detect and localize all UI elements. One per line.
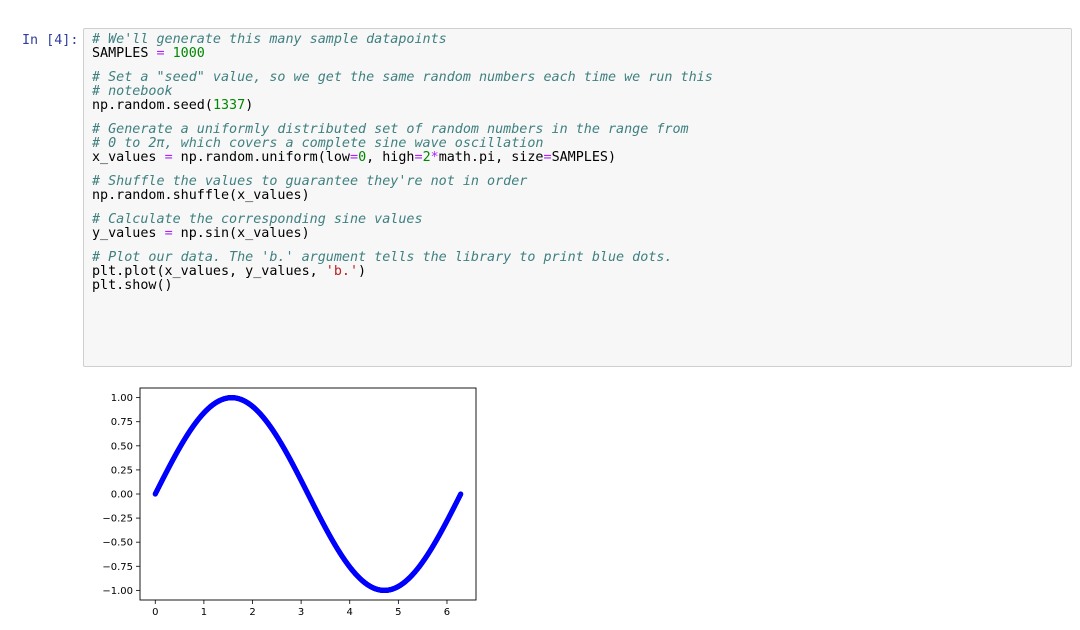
code-token: plt.plot(x_values, y_values, bbox=[92, 264, 326, 279]
x-tick-label: 0 bbox=[152, 607, 158, 618]
code-line: # Set a "seed" value, so we get the same… bbox=[92, 71, 713, 85]
code-token: 1337 bbox=[212, 98, 246, 113]
code-line: np.random.shuffle(x_values) bbox=[92, 189, 713, 203]
code-line: # Shuffle the values to guarantee they'r… bbox=[92, 175, 713, 189]
y-tick-label: 0.25 bbox=[111, 465, 133, 476]
x-tick-label: 2 bbox=[249, 607, 255, 618]
code-token: np.random.seed( bbox=[92, 98, 213, 113]
code-token: # We'll generate this many sample datapo… bbox=[92, 32, 447, 47]
code-editor[interactable]: # We'll generate this many sample datapo… bbox=[92, 33, 713, 293]
code-token: = bbox=[350, 150, 359, 165]
sine-scatter-plot: 0 1 2 3 4 5 6 1.00 0.75 0.50 0.25 0.00 −0.25 −0.50 −0.… bbox=[102, 387, 477, 618]
code-token: # 0 to 2π, which covers a complete sine … bbox=[92, 136, 544, 151]
x-tick-label: 4 bbox=[347, 607, 353, 618]
code-token: ) bbox=[245, 98, 254, 113]
code-token: 1000 bbox=[172, 46, 205, 61]
cell-output: 0 1 2 3 4 5 6 1.00 0.75 0.50 0.25 0.00 −0.25 −0.50 −0.… bbox=[84, 380, 484, 626]
code-token: # Calculate the corresponding sine value… bbox=[92, 212, 423, 227]
x-tick-label: 6 bbox=[444, 607, 450, 618]
code-line: # 0 to 2π, which covers a complete sine … bbox=[92, 137, 713, 151]
code-token: np.sin(x_values) bbox=[172, 226, 310, 241]
code-token: 'b.' bbox=[325, 264, 359, 279]
code-token: y_values bbox=[92, 226, 165, 241]
code-token: math.pi, size bbox=[438, 150, 544, 165]
code-token: ) bbox=[358, 264, 367, 279]
y-tick-label: −0.25 bbox=[102, 514, 133, 525]
code-token: * bbox=[430, 150, 439, 165]
y-tick-label: −0.50 bbox=[102, 538, 133, 549]
code-token: SAMPLES bbox=[92, 46, 157, 61]
code-line: plt.plot(x_values, y_values, 'b.') bbox=[92, 265, 713, 279]
x-tick-label: 1 bbox=[201, 607, 207, 618]
code-cell[interactable]: # We'll generate this many sample datapo… bbox=[83, 28, 1072, 367]
code-token: # Generate a uniformly distributed set o… bbox=[92, 122, 689, 137]
code-token: , high bbox=[366, 150, 415, 165]
code-token: # Plot our data. The 'b.' argument tells… bbox=[92, 250, 673, 265]
code-line: plt.show() bbox=[92, 279, 713, 293]
code-token: # notebook bbox=[92, 84, 173, 99]
y-tick-label: 0.00 bbox=[111, 490, 133, 501]
y-tick-label: −1.00 bbox=[102, 586, 133, 597]
y-tick-label: 1.00 bbox=[111, 393, 133, 404]
code-token: plt.show() bbox=[92, 278, 173, 293]
code-line: # Plot our data. The 'b.' argument tells… bbox=[92, 251, 713, 265]
y-tick-label: 0.50 bbox=[111, 441, 133, 452]
code-token: 2 bbox=[422, 150, 431, 165]
code-token: = bbox=[164, 150, 173, 165]
code-line: SAMPLES = 1000 bbox=[92, 47, 713, 61]
code-token: x_values bbox=[92, 150, 165, 165]
code-token: 0 bbox=[358, 150, 367, 165]
code-line: # Calculate the corresponding sine value… bbox=[92, 213, 713, 227]
code-line: # notebook bbox=[92, 85, 713, 99]
code-token: np.random.shuffle(x_values) bbox=[92, 188, 310, 203]
code-line: y_values = np.sin(x_values) bbox=[92, 227, 713, 241]
code-line: # Generate a uniformly distributed set o… bbox=[92, 123, 713, 137]
code-token: = bbox=[164, 226, 173, 241]
code-line: x_values = np.random.uniform(low=0, high… bbox=[92, 151, 713, 165]
code-token: # Shuffle the values to guarantee they'r… bbox=[92, 174, 528, 189]
code-token: SAMPLES) bbox=[551, 150, 617, 165]
cropped-text-above bbox=[150, 0, 1080, 9]
input-prompt: In [4]: bbox=[22, 33, 79, 48]
code-line: # We'll generate this many sample datapo… bbox=[92, 33, 713, 47]
code-token: = bbox=[156, 46, 165, 61]
code-token: np.random.uniform(low bbox=[172, 150, 350, 165]
code-token: # Set a "seed" value, so we get the same… bbox=[92, 70, 713, 85]
y-tick-label: −0.75 bbox=[102, 562, 133, 573]
code-token: = bbox=[543, 150, 552, 165]
data-point bbox=[458, 491, 464, 497]
code-line: np.random.seed(1337) bbox=[92, 99, 713, 113]
x-tick-label: 5 bbox=[395, 607, 401, 618]
x-tick-label: 3 bbox=[298, 607, 304, 618]
y-tick-label: 0.75 bbox=[111, 417, 133, 428]
code-token: = bbox=[414, 150, 423, 165]
